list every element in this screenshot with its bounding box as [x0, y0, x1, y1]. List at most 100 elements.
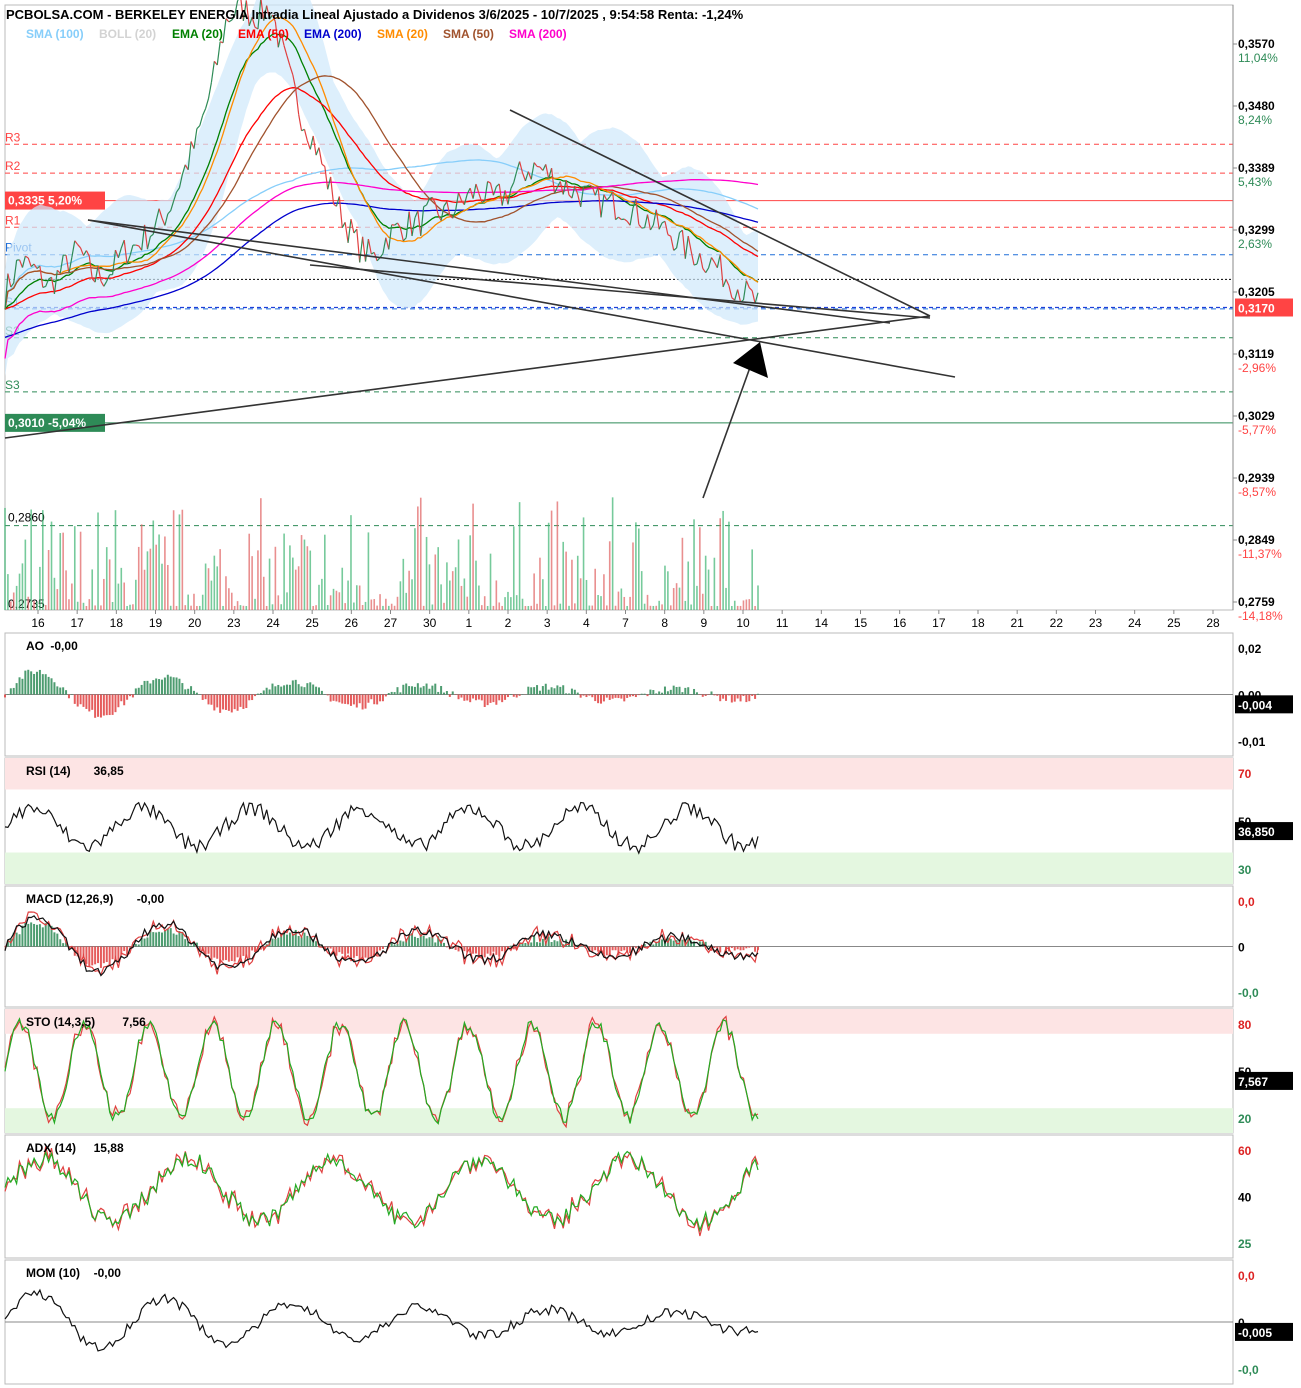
volume-bar: [754, 605, 756, 610]
volume-bar: [303, 539, 306, 610]
histogram-bar: [65, 690, 68, 695]
histogram-bar: [495, 694, 498, 705]
volume-bar: [678, 587, 681, 610]
histogram-bar: [716, 694, 719, 696]
histogram-bar: [405, 683, 408, 695]
histogram-bar: [97, 946, 100, 964]
volume-bar: [364, 601, 367, 610]
price-tick-pct: -5,77%: [1238, 423, 1276, 437]
volume-bar: [155, 544, 157, 610]
histogram-bar: [352, 694, 355, 705]
zone-band: [5, 758, 1233, 790]
histogram-bar: [262, 690, 265, 695]
volume-bar: [614, 605, 617, 610]
histogram-bar: [585, 694, 588, 698]
volume-bar: [41, 510, 44, 610]
histogram-bar: [21, 678, 24, 695]
histogram-bar: [451, 691, 454, 695]
histogram-bar: [251, 946, 254, 951]
histogram-bar: [416, 683, 419, 695]
price-tick-pct: -2,96%: [1238, 361, 1276, 375]
histogram-bar: [379, 946, 382, 951]
histogram-bar: [725, 694, 728, 701]
indicator-label: STO (14,3,5): [26, 1015, 95, 1029]
histogram-bar: [428, 937, 431, 947]
rsi-panel: RSI (14) 36,85 70503036,850: [4, 757, 1293, 885]
histogram-bar: [416, 938, 419, 947]
histogram-bar: [210, 946, 213, 960]
volume-bar: [358, 585, 361, 610]
histogram-bar: [195, 692, 198, 695]
volume-bar: [728, 521, 730, 610]
indicator-value: -0,00: [94, 1266, 122, 1280]
histogram-bar: [347, 694, 350, 705]
x-tick-label: 7: [622, 616, 629, 630]
volume-bar: [321, 578, 323, 610]
volume-bar: [664, 565, 666, 610]
indicator-label: MOM (10): [26, 1266, 80, 1280]
zone-band: [5, 1009, 1233, 1034]
price-tick-label: 0,3029: [1238, 409, 1275, 423]
indicator-last-label: -0,005: [1238, 1326, 1272, 1340]
histogram-bar: [187, 688, 190, 695]
histogram-bar: [303, 932, 306, 947]
volume-bar: [297, 566, 300, 610]
histogram-bar: [675, 686, 678, 695]
mom-panel: MOM (10)-0,000,00-0,0-0,005: [4, 1259, 1293, 1385]
histogram-bar: [425, 683, 428, 695]
volume-bar: [367, 532, 370, 610]
indicator-tick-label: 25: [1238, 1237, 1252, 1251]
histogram-bar: [213, 946, 216, 958]
histogram-bar: [224, 694, 227, 710]
indicator-value: 15,88: [94, 1141, 124, 1155]
histogram-bar: [143, 938, 146, 947]
volume-bar: [76, 601, 79, 610]
histogram-bar: [236, 946, 239, 958]
histogram-bar: [277, 937, 280, 947]
volume-bar: [733, 600, 736, 610]
volume-bar: [469, 535, 471, 610]
histogram-bar: [570, 688, 573, 695]
volume-bar: [478, 585, 480, 610]
x-tick-label: 30: [423, 616, 437, 630]
histogram-bar: [579, 694, 582, 698]
histogram-bar: [155, 932, 158, 947]
histogram-bar: [614, 694, 617, 698]
x-tick-label: 21: [1010, 616, 1024, 630]
volume-bar: [236, 601, 239, 610]
volume-bar: [736, 605, 739, 610]
volume-bar: [213, 555, 216, 610]
volume-bar: [47, 549, 50, 610]
volume-bar: [219, 549, 221, 610]
volume-bar: [713, 557, 716, 610]
volume-bar: [228, 588, 230, 610]
histogram-bar: [489, 694, 492, 703]
volume-bar: [574, 603, 576, 610]
histogram-bar: [18, 677, 21, 695]
volume-bar: [757, 585, 759, 610]
volume-bar: [390, 603, 393, 610]
legend-item: EMA (20): [172, 27, 223, 41]
volume-bar: [198, 605, 201, 610]
histogram-bar: [719, 694, 722, 702]
volume-bar: [353, 602, 355, 610]
x-tick-label: 4: [583, 616, 590, 630]
volume-bar: [701, 593, 704, 610]
volume-bar: [649, 605, 652, 610]
volume-bar: [50, 521, 53, 610]
histogram-bar: [512, 694, 515, 697]
histogram-bar: [41, 927, 44, 947]
histogram-bar: [367, 946, 370, 960]
x-tick-label: 15: [854, 616, 868, 630]
histogram-bar: [457, 694, 460, 700]
histogram-bar: [643, 693, 646, 695]
indicator-label: RSI (14): [26, 764, 71, 778]
volume-bar: [355, 585, 358, 610]
histogram-bar: [256, 693, 259, 695]
histogram-bar: [614, 946, 617, 951]
histogram-bar: [172, 933, 175, 947]
volume-bar: [18, 573, 21, 610]
volume-bar: [123, 582, 126, 610]
volume-bar: [338, 592, 341, 610]
volume-bar: [309, 550, 312, 610]
